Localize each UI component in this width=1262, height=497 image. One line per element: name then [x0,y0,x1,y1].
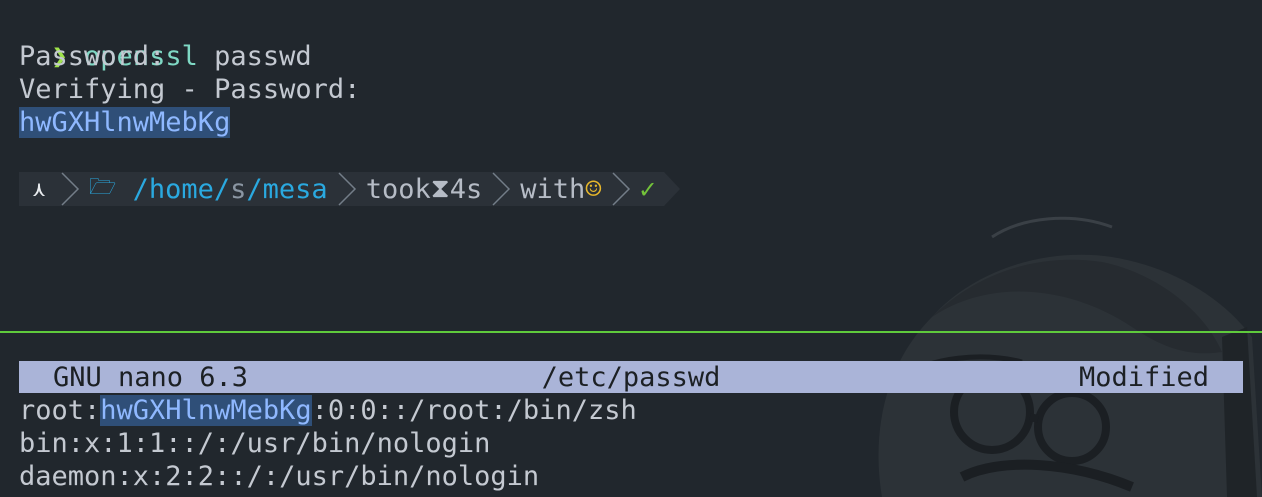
path-part-user: s [230,173,247,205]
with-label: with [520,173,586,205]
chevron-separator-icon [490,172,513,206]
hash-value[interactable]: hwGXHlnwMebKg [19,107,231,138]
line-prefix: root: [19,395,101,426]
os-segment: ⋏ [19,172,60,206]
line-text: daemon:x:2:2::/:/usr/bin/nologin [19,461,540,492]
path-part-dir: /mesa [246,173,328,205]
editor-line-root[interactable]: root:hwGXHlnwMebKg:0:0::/root:/bin/zsh [19,394,637,427]
line-highlight: hwGXHlnwMebKg [100,395,312,426]
took-label: took [365,173,431,205]
with-segment: with ☺ [512,172,610,206]
password-prompt: Password: [19,41,166,72]
powerline-end-arrow-icon [663,172,680,206]
smile-icon: ☺ [585,173,602,205]
line-text: bin:x:1:1::/:/usr/bin/nologin [19,428,491,459]
editor-line-bin[interactable]: bin:x:1:1::/:/usr/bin/nologin [19,427,490,460]
prompt-line: ❯ openssl passwd [19,7,312,72]
editor-line-daemon[interactable]: daemon:x:2:2::/:/usr/bin/nologin [19,460,539,493]
nano-modified-status: Modified [1078,361,1209,393]
path-segment: 🗁 /home/s/mesa [81,172,336,206]
duration-value: 4s [449,173,483,205]
arch-logo-icon: ⋏ [33,177,46,201]
command-argument: passwd [214,41,312,72]
chevron-separator-icon [59,172,82,206]
powerline-prompt: ⋏ 🗁 /home/s/mesa took ⧗ 4s with ☺ ✓ [19,172,680,206]
verify-password-prompt: Verifying - Password: [19,74,361,105]
folder-icon: 🗁 [89,175,117,200]
chevron-separator-icon [335,172,358,206]
nano-version: GNU nano 6.3 [53,361,249,393]
chevron-separator-icon [609,172,632,206]
nano-title-bar: /etc/passwd GNU nano 6.3 Modified [19,361,1243,393]
path-part-home: /home/ [132,173,231,205]
line-suffix: :0:0::/root:/bin/zsh [311,395,637,426]
check-icon: ✓ [639,173,656,205]
duration-segment: took ⧗ 4s [357,172,491,206]
background-character-illustration [878,216,1262,497]
hash-output: hwGXHlnwMebKg [19,106,231,139]
hourglass-icon: ⧗ [430,173,450,204]
pane-split-divider[interactable] [0,331,1262,333]
status-segment: ✓ [631,172,664,206]
